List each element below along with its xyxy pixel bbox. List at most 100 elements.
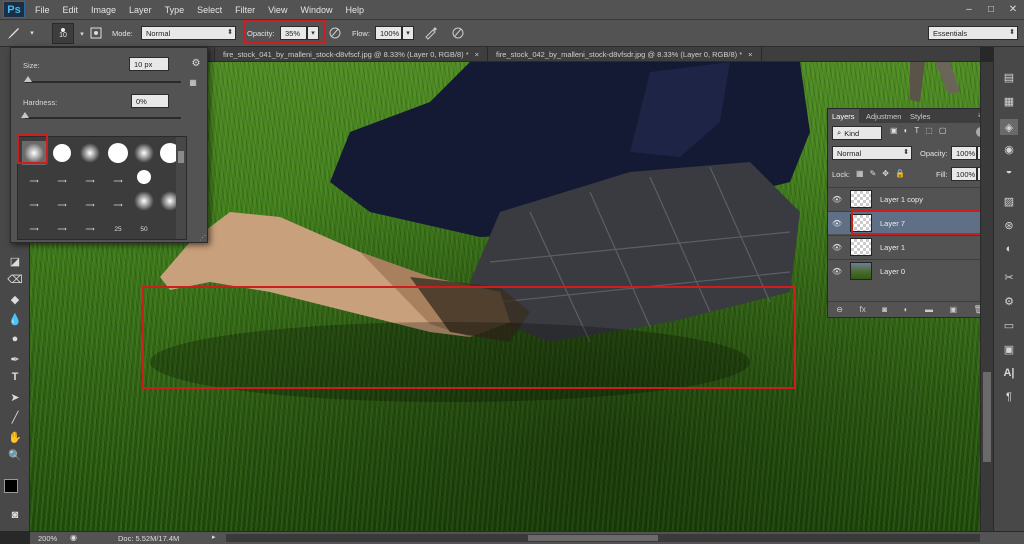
channels-panel-icon[interactable]: ◉ [1000, 141, 1018, 157]
line-tool-icon[interactable]: ╱ [6, 409, 24, 425]
lock-position-icon[interactable]: ✥ [882, 169, 889, 178]
filter-pixel-icon[interactable]: ▣ [890, 126, 898, 135]
resize-grip-icon[interactable]: ⋰ [199, 234, 206, 242]
vertical-scroll-thumb[interactable] [983, 372, 991, 462]
filter-shape-icon[interactable]: ⬚ [925, 126, 933, 135]
size-slider-knob[interactable] [24, 76, 33, 82]
menu-filter[interactable]: Filter [235, 5, 255, 15]
clone-source-panel-icon[interactable]: ⚙ [1000, 293, 1018, 309]
brush-hard-round-2[interactable] [106, 141, 130, 165]
add-mask-icon[interactable]: ◙ [882, 305, 887, 314]
layer-opacity-input[interactable]: 100% [951, 146, 977, 160]
path-selection-tool-icon[interactable]: ➤ [6, 389, 24, 405]
layer-row-layer-0[interactable]: 👁 Layer 0 [828, 259, 992, 282]
brush-grid-scrollbar[interactable] [176, 137, 186, 239]
brush-small-12[interactable]: 25 [106, 217, 130, 233]
filter-adjustment-icon[interactable]: ◐ [904, 126, 909, 135]
lock-image-icon[interactable]: ✎ [870, 169, 877, 178]
brush-hard-round-4[interactable] [132, 165, 156, 189]
hardness-slider-knob[interactable] [21, 112, 29, 118]
history-panel-icon[interactable]: ▤ [1000, 69, 1018, 85]
brush-preset-picker[interactable]: 10 [52, 23, 74, 44]
brush-soft-round-2[interactable] [78, 141, 102, 165]
maximize-button[interactable]: □ [980, 3, 1002, 17]
pressure-size-icon[interactable] [450, 25, 466, 41]
pen-tool-icon[interactable]: ✒ [6, 351, 24, 367]
layer-row-layer-1-copy[interactable]: 👁 Layer 1 copy [828, 187, 992, 210]
brush-small-3[interactable]: ⟿ [78, 169, 102, 185]
tool-preset-dropdown-icon[interactable]: ▾ [24, 25, 40, 41]
brush-tool-icon[interactable] [6, 25, 22, 41]
visibility-eye-icon[interactable]: 👁 [828, 243, 846, 252]
layers-panel-icon[interactable]: ◈ [1000, 119, 1018, 135]
brush-small-4[interactable]: ⟿ [106, 169, 130, 185]
brush-soft-round-4[interactable] [132, 189, 156, 213]
visibility-eye-icon[interactable]: 👁 [828, 195, 846, 204]
gear-icon[interactable]: ⚙ [188, 55, 204, 71]
brush-panel-icon[interactable]: ▨ [1000, 193, 1018, 209]
type-tool-icon[interactable]: T [6, 369, 24, 385]
hardness-input[interactable]: 0% [131, 94, 169, 108]
size-input[interactable]: 10 px [129, 57, 169, 71]
lock-transparent-icon[interactable]: ▦ [856, 169, 864, 178]
brush-grid-scroll-thumb[interactable] [178, 151, 184, 163]
close-button[interactable]: ✕ [1002, 3, 1024, 17]
menu-file[interactable]: File [35, 5, 50, 15]
layer-row-layer-1[interactable]: 👁 Layer 1 [828, 235, 992, 258]
flow-input[interactable]: 100% [375, 26, 402, 40]
menu-view[interactable]: View [268, 5, 287, 15]
tab-adjustments[interactable]: Adjustmen [862, 109, 905, 123]
close-tab-icon[interactable]: × [475, 50, 479, 59]
brush-soft-round-3[interactable] [132, 141, 156, 165]
visibility-eye-icon[interactable]: 👁 [828, 267, 846, 276]
horizontal-scrollbar[interactable] [226, 534, 980, 542]
hardness-slider-track[interactable] [25, 117, 181, 119]
share-icon[interactable]: ◉ [70, 533, 77, 542]
mode-select[interactable]: Normal ⬍ [141, 26, 236, 40]
vertical-scrollbar[interactable] [980, 62, 993, 531]
status-menu-arrow-icon[interactable]: ▸ [212, 533, 216, 541]
zoom-level[interactable]: 200% [38, 534, 57, 543]
brush-panel-toggle-icon[interactable] [88, 25, 104, 41]
minimize-button[interactable]: – [958, 3, 980, 17]
new-preset-icon[interactable]: ▦ [185, 74, 201, 90]
eraser-tool-icon[interactable]: ◪ [6, 253, 24, 269]
new-group-icon[interactable]: ▬ [925, 305, 933, 314]
filter-type-icon[interactable]: T [914, 126, 919, 135]
info-panel-icon[interactable]: ▭ [1000, 317, 1018, 333]
pressure-opacity-icon[interactable] [327, 25, 343, 41]
brush-small-5[interactable]: ⟿ [22, 193, 46, 209]
layer-filter-kind-select[interactable]: ⌕ Kind [832, 126, 882, 140]
flow-slider-arrow-icon[interactable]: ▾ [402, 26, 414, 40]
character-panel-icon[interactable]: A| [1000, 365, 1018, 381]
tab-layers[interactable]: Layers [828, 109, 859, 123]
close-tab-icon-2[interactable]: × [748, 50, 752, 59]
swatches-panel-icon[interactable]: ⊛ [1000, 217, 1018, 233]
blur-tool-icon[interactable]: 💧 [6, 311, 24, 327]
menu-window[interactable]: Window [300, 5, 332, 15]
new-layer-icon[interactable]: ▣ [949, 305, 957, 314]
brush-small-13[interactable]: 50 [132, 217, 156, 233]
fill-input[interactable]: 100% [951, 167, 977, 181]
brush-small-9[interactable]: ⟿ [22, 217, 46, 233]
adjustments-panel-icon[interactable]: ◐ [1000, 241, 1018, 257]
menu-edit[interactable]: Edit [63, 5, 79, 15]
brush-small-7[interactable]: ⟿ [78, 193, 102, 209]
tab-styles[interactable]: Styles [906, 109, 934, 123]
brush-small-2[interactable]: ⟿ [50, 169, 74, 185]
properties-panel-icon[interactable]: ▦ [1000, 93, 1018, 109]
size-slider-track[interactable] [25, 81, 181, 83]
navigator-panel-icon[interactable]: ▣ [1000, 341, 1018, 357]
brush-small-10[interactable]: ⟿ [50, 217, 74, 233]
hand-tool-icon[interactable]: ✋ [6, 429, 24, 445]
document-tab-1[interactable]: fire_stock_041_by_malleni_stock-d8vfscf.… [215, 47, 489, 62]
brush-small-8[interactable]: ⟿ [106, 193, 130, 209]
link-layers-icon[interactable]: ⊖ [836, 305, 843, 314]
menu-image[interactable]: Image [91, 5, 116, 15]
menu-type[interactable]: Type [165, 5, 185, 15]
styles-panel-icon[interactable]: ✂ [1000, 269, 1018, 285]
paint-bucket-tool-icon[interactable]: ◆ [6, 291, 24, 307]
quick-mask-icon[interactable]: ◙ [6, 507, 24, 523]
document-tab-2[interactable]: fire_stock_042_by_malleni_stock-d8vfsdr.… [488, 47, 762, 62]
airbrush-icon[interactable] [423, 25, 439, 41]
